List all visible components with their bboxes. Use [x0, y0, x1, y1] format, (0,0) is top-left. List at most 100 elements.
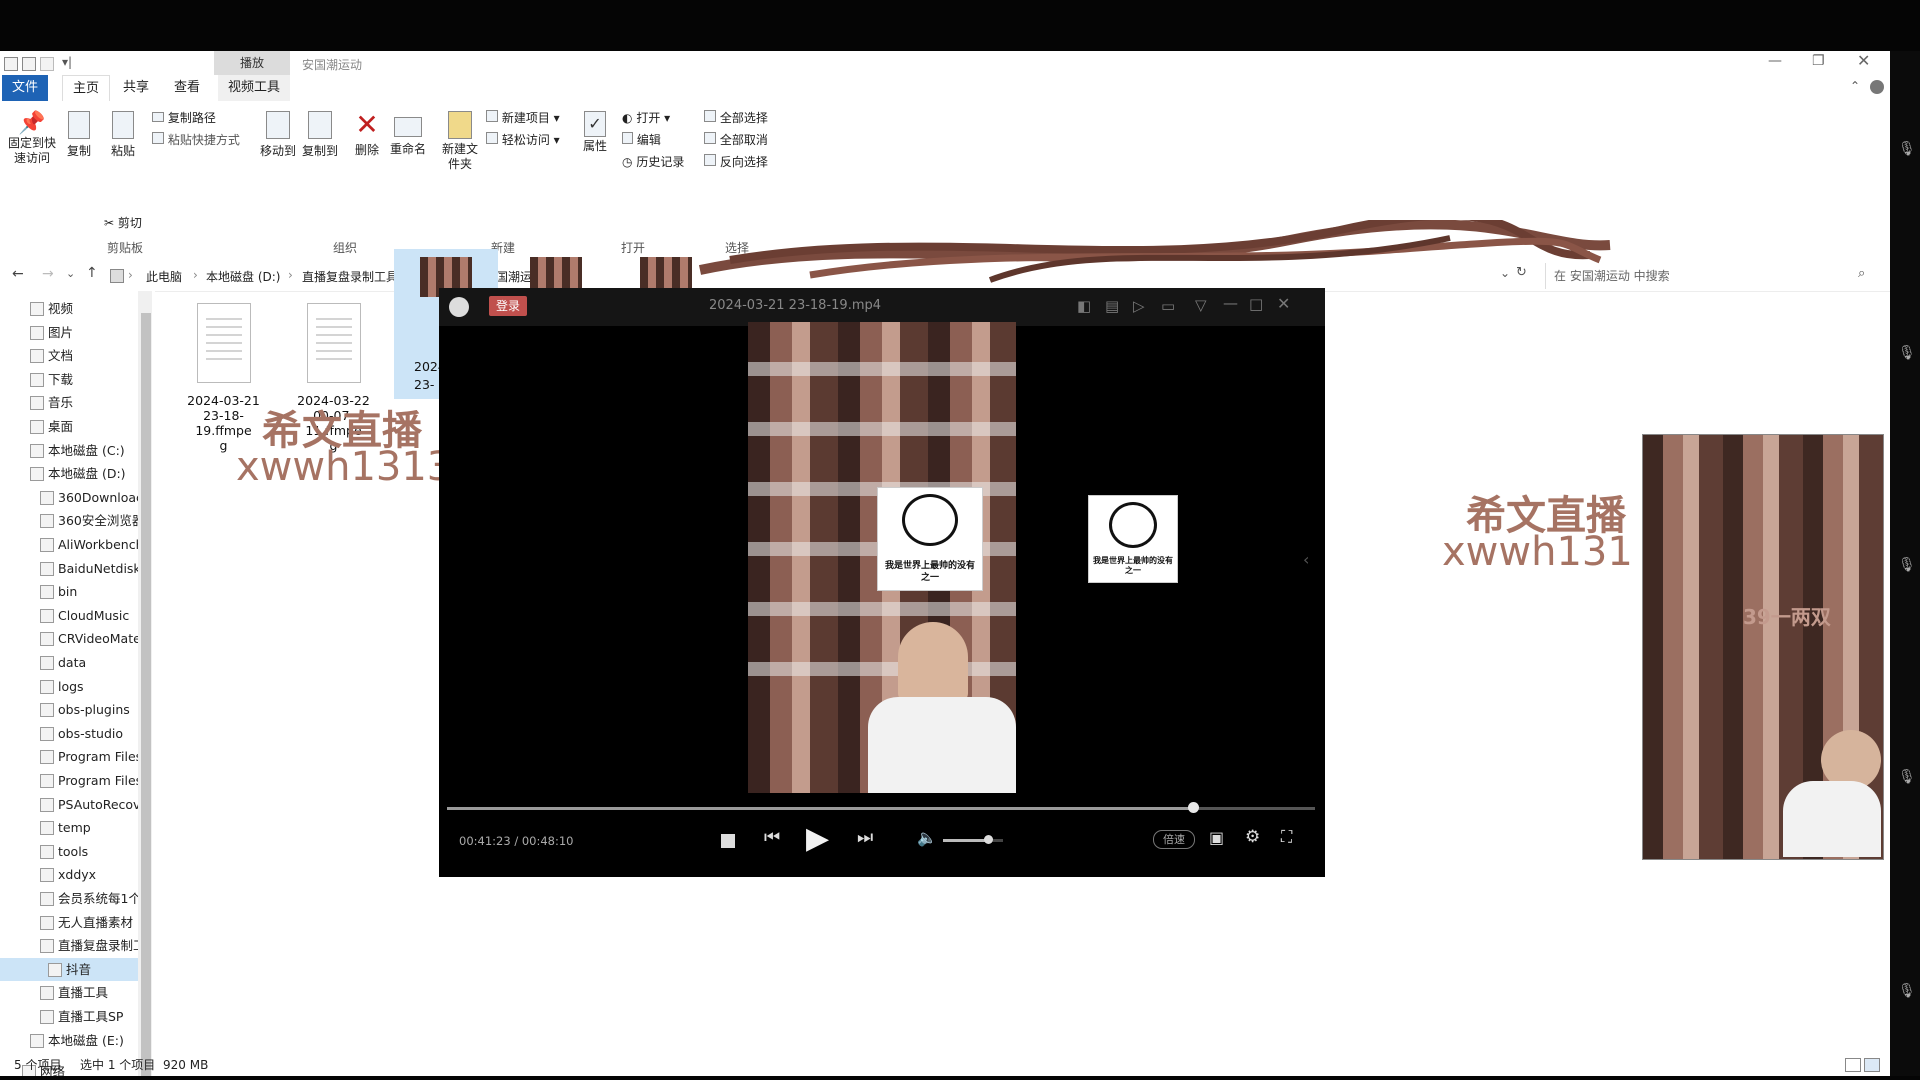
nav-scrollbar-thumb[interactable]: [141, 313, 151, 1076]
stop-button[interactable]: [721, 834, 735, 848]
nav-item[interactable]: 桌面: [0, 415, 150, 438]
open-button[interactable]: ◐ 打开 ▾: [622, 109, 670, 126]
nav-item[interactable]: 本地磁盘 (E:): [0, 1029, 150, 1052]
nav-item[interactable]: 会员系统每1个: [0, 887, 150, 910]
maximize-button[interactable]: ❐: [1812, 53, 1825, 69]
nav-item[interactable]: tools: [0, 840, 150, 863]
nav-item[interactable]: 文档: [0, 344, 150, 367]
screenshot-icon[interactable]: ▣: [1209, 828, 1224, 847]
tab-file[interactable]: 文件: [2, 75, 49, 101]
new-folder-quick-icon[interactable]: [40, 57, 54, 71]
nav-item[interactable]: bin: [0, 580, 150, 603]
easy-access-button[interactable]: 轻松访问 ▾: [486, 131, 560, 148]
nav-item[interactable]: CRVideoMate: [0, 627, 150, 650]
back-arrow-icon[interactable]: ←: [12, 266, 24, 282]
nav-item[interactable]: AliWorkbench: [0, 533, 150, 556]
settings-gear-icon[interactable]: ⚙: [1245, 827, 1260, 847]
breadcrumb-this-pc[interactable]: 此电脑: [146, 268, 182, 285]
player-maximize-button[interactable]: □: [1249, 295, 1263, 313]
history-button[interactable]: ◷ 历史记录: [622, 153, 684, 170]
context-tab-play[interactable]: 播放: [214, 51, 290, 75]
cast-icon[interactable]: ▷: [1133, 297, 1145, 315]
nav-item[interactable]: Program Files: [0, 745, 150, 768]
up-arrow-icon[interactable]: ↑: [86, 265, 98, 281]
tab-video-tools[interactable]: 视频工具: [218, 75, 291, 101]
side-panel-toggle-icon[interactable]: ‹: [1303, 550, 1309, 569]
tab-share[interactable]: 共享: [113, 75, 159, 101]
move-to-button[interactable]: 移动到: [258, 111, 298, 159]
nav-item[interactable]: Program Files: [0, 769, 150, 792]
paste-button[interactable]: 粘贴: [108, 111, 138, 159]
nav-item[interactable]: 本地磁盘 (C:): [0, 439, 150, 462]
file-item[interactable]: 2024-03-21 23-18-19.ffmpe g: [176, 303, 271, 453]
select-none-button[interactable]: 全部取消: [704, 131, 768, 148]
nav-item[interactable]: CloudMusic: [0, 604, 150, 627]
pin-quick-access-button[interactable]: 📌 固定到快速访问: [6, 111, 58, 166]
properties-button[interactable]: ✓ 属性: [580, 111, 610, 154]
nav-item[interactable]: data: [0, 651, 150, 674]
menu-icon[interactable]: ▽: [1195, 296, 1207, 314]
nav-item[interactable]: obs-plugins: [0, 698, 150, 721]
live-preview-thumbnail[interactable]: 39一两双: [1642, 434, 1884, 860]
copy-to-button[interactable]: 复制到: [300, 111, 340, 159]
details-view-icon[interactable]: [1845, 1058, 1861, 1072]
nav-item[interactable]: 图片: [0, 321, 150, 344]
quick-access-icon[interactable]: [4, 57, 18, 71]
player-close-button[interactable]: ✕: [1277, 294, 1290, 313]
nav-item[interactable]: 音乐: [0, 391, 150, 414]
nav-item[interactable]: 视频: [0, 297, 150, 320]
breadcrumb-drive-d[interactable]: 本地磁盘 (D:): [206, 268, 280, 285]
nav-item[interactable]: 无人直播素材: [0, 911, 150, 934]
delete-button[interactable]: ✕ 删除: [350, 109, 384, 158]
nav-item[interactable]: 本地磁盘 (D:): [0, 462, 150, 485]
tab-view[interactable]: 查看: [164, 75, 210, 101]
pip-icon[interactable]: ▭: [1161, 297, 1175, 315]
close-button[interactable]: ✕: [1857, 51, 1870, 70]
login-button[interactable]: 登录: [489, 296, 527, 316]
cut-button[interactable]: ✂ 剪切: [104, 214, 142, 231]
nav-item[interactable]: 直播工具SP: [0, 1005, 150, 1028]
nav-item[interactable]: logs: [0, 675, 150, 698]
next-button[interactable]: ⏭: [857, 827, 873, 848]
seek-handle[interactable]: [1188, 802, 1199, 813]
nav-item[interactable]: temp: [0, 816, 150, 839]
properties-quick-icon[interactable]: [22, 57, 36, 71]
nav-item[interactable]: 直播复盘录制工: [0, 934, 150, 957]
speed-button[interactable]: 倍速: [1153, 830, 1195, 849]
nav-item[interactable]: obs-studio: [0, 722, 150, 745]
nav-item[interactable]: xddyx: [0, 863, 150, 886]
select-all-button[interactable]: 全部选择: [704, 109, 768, 126]
previous-button[interactable]: ⏮: [764, 827, 780, 848]
nav-item[interactable]: 360安全浏览器: [0, 509, 150, 532]
volume-handle[interactable]: [984, 835, 993, 844]
recent-chevron-icon[interactable]: ⌄: [66, 267, 75, 280]
edit-button[interactable]: 编辑: [622, 131, 661, 148]
copy-button[interactable]: 复制: [64, 111, 94, 159]
fullscreen-icon[interactable]: ⛶: [1281, 827, 1292, 847]
large-icons-view-icon[interactable]: [1864, 1058, 1880, 1072]
paste-shortcut-button[interactable]: 粘贴快捷方式: [152, 131, 240, 148]
new-folder-button[interactable]: 新建文件夹: [440, 111, 480, 172]
nav-item[interactable]: BaiduNetdisk: [0, 557, 150, 580]
ribbon-collapse-icon[interactable]: ⌃: [1850, 79, 1860, 93]
nav-item[interactable]: 抖音: [0, 957, 150, 981]
nav-item[interactable]: 直播工具: [0, 981, 150, 1004]
help-icon[interactable]: [1870, 80, 1884, 94]
rename-button[interactable]: 重命名: [388, 111, 428, 157]
play-button[interactable]: ▶: [806, 821, 829, 856]
new-item-button[interactable]: 新建项目 ▾: [486, 109, 560, 126]
qa-dropdown-icon[interactable]: ▾|: [62, 55, 72, 69]
search-icon[interactable]: ⌕: [1858, 266, 1865, 281]
nav-item[interactable]: 360Downloac: [0, 486, 150, 509]
playlist-icon[interactable]: ▤: [1105, 297, 1119, 315]
nav-item[interactable]: PSAutoRecov: [0, 793, 150, 816]
copy-path-button[interactable]: 复制路径: [152, 109, 216, 126]
minimize-button[interactable]: —: [1768, 53, 1782, 69]
tab-home[interactable]: 主页: [62, 75, 111, 102]
volume-icon[interactable]: 🔈: [917, 828, 937, 847]
forward-arrow-icon[interactable]: →: [42, 266, 54, 282]
invert-selection-button[interactable]: 反向选择: [704, 153, 768, 170]
nav-item[interactable]: 下载: [0, 368, 150, 391]
gamepad-icon[interactable]: ◧: [1077, 297, 1091, 315]
player-minimize-button[interactable]: —: [1223, 294, 1238, 312]
